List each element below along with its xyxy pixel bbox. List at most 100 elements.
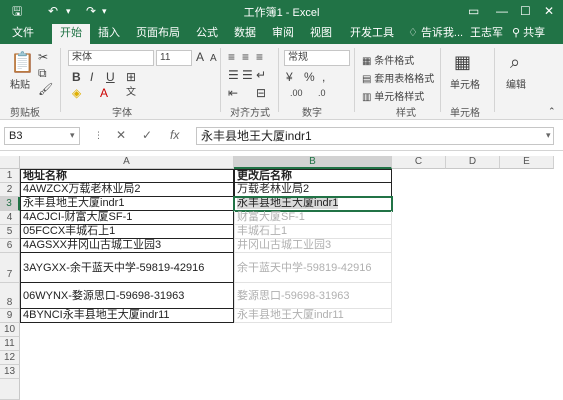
flash-fill-preview-b6[interactable]: 井冈山古城工业园3 — [234, 239, 392, 253]
tell-me-box[interactable]: ♢ 告诉我... — [408, 26, 463, 40]
shrink-font-icon[interactable]: A — [210, 52, 217, 66]
user-name[interactable]: 王志军 — [470, 26, 503, 40]
borders-icon[interactable]: ⊞ — [126, 70, 136, 84]
tab-view[interactable]: 视图 — [310, 26, 332, 40]
cell-a4[interactable]: 4ACJCI-财富大厦SF-1 — [20, 211, 234, 225]
align-bottom-icon[interactable]: ≡ — [256, 50, 263, 64]
copy-icon[interactable]: ⧉ — [38, 66, 47, 80]
tab-home[interactable]: 开始 — [52, 24, 90, 44]
flash-fill-preview-b5[interactable]: 丰城石上1 — [234, 225, 392, 239]
paste-label[interactable]: 粘贴 — [10, 76, 30, 91]
cell-a2[interactable]: 4AWZCX万载老林业局2 — [20, 183, 234, 197]
tab-file[interactable]: 文件 — [12, 26, 34, 40]
select-all-corner[interactable] — [0, 156, 20, 169]
cell-a6[interactable]: 4AGSXX井冈山古城工业园3 — [20, 239, 234, 253]
percent-icon[interactable]: % — [304, 70, 315, 84]
tab-insert[interactable]: 插入 — [98, 26, 120, 40]
cell-a7[interactable]: 3AYGXX-余干蓝天中学-59819-42916 — [20, 253, 234, 283]
currency-icon[interactable]: ¥ — [286, 70, 293, 84]
row-header-1[interactable]: 1 — [0, 169, 20, 183]
cell-a9[interactable]: 4BYNCI永丰县地王大厦indr11 — [20, 309, 234, 323]
flash-fill-preview-b9[interactable]: 永丰县地王大厦indr11 — [234, 309, 392, 323]
enter-icon[interactable]: ✓ — [142, 128, 152, 142]
phonetic-icon[interactable]: 文 — [126, 86, 136, 100]
row-header-12[interactable]: 12 — [0, 351, 20, 365]
row-header-11[interactable]: 11 — [0, 337, 20, 351]
row-header-5[interactable]: 5 — [0, 225, 20, 239]
column-header-a[interactable]: A — [20, 156, 234, 169]
cell-a1[interactable]: 地址名称 — [20, 169, 234, 183]
cells-icon[interactable]: ▦ — [454, 52, 471, 72]
cut-icon[interactable]: ✂ — [38, 50, 48, 64]
column-header-e[interactable]: E — [500, 156, 554, 169]
paste-icon[interactable]: 📋 — [10, 52, 35, 74]
row-header-10[interactable]: 10 — [0, 323, 20, 337]
cell-b3[interactable]: 永丰县地王大厦indr1 — [233, 196, 393, 212]
row-header-14[interactable] — [0, 379, 20, 400]
row-header-4[interactable]: 4 — [0, 211, 20, 225]
row-header-6[interactable]: 6 — [0, 239, 20, 253]
font-size-select[interactable]: 11 — [156, 50, 192, 66]
font-name-select[interactable]: 宋体 — [68, 50, 154, 66]
row-header-8[interactable]: 8 — [0, 283, 20, 309]
group-cells-label: 单元格 — [450, 108, 480, 119]
conditional-format-button[interactable]: ▦ 条件格式 — [362, 52, 414, 67]
cell-b2[interactable]: 万载老林业局2 — [234, 183, 392, 197]
ribbon-display-icon[interactable]: ▭ — [468, 3, 479, 19]
tab-page-layout[interactable]: 页面布局 — [136, 26, 180, 40]
column-header-c[interactable]: C — [392, 156, 446, 169]
expand-formula-icon[interactable]: ▾ — [546, 128, 551, 142]
name-box-dropdown-icon[interactable]: ▾ — [70, 128, 75, 142]
close-icon[interactable]: ✕ — [544, 3, 554, 19]
tab-formulas[interactable]: 公式 — [196, 26, 218, 40]
italic-icon[interactable]: I — [90, 70, 93, 84]
row-header-7[interactable]: 7 — [0, 253, 20, 283]
decrease-decimal-icon[interactable]: .0 — [318, 86, 326, 100]
cells-button-label[interactable]: 单元格 — [450, 76, 480, 91]
row-header-2[interactable]: 2 — [0, 183, 20, 197]
tab-data[interactable]: 数据 — [234, 26, 256, 40]
fill-color-icon[interactable]: ◈ — [72, 86, 81, 100]
merge-center-icon[interactable]: ⊟ — [256, 86, 266, 100]
wrap-text-icon[interactable]: ↵ — [256, 68, 266, 82]
align-middle-icon[interactable]: ≡ — [242, 50, 249, 64]
tab-review[interactable]: 审阅 — [272, 26, 294, 40]
cell-a3[interactable]: 永丰县地王大厦indr1 — [20, 197, 234, 211]
column-header-d[interactable]: D — [446, 156, 500, 169]
editing-button-label[interactable]: 编辑 — [506, 76, 526, 91]
formula-input[interactable]: 永丰县地王大厦indr1 — [196, 127, 554, 145]
align-left-icon[interactable]: ☰ — [228, 68, 239, 82]
flash-fill-preview-b4[interactable]: 财富大厦SF-1 — [234, 211, 392, 225]
row-header-13[interactable]: 13 — [0, 365, 20, 379]
row-header-9[interactable]: 9 — [0, 309, 20, 323]
cell-a8[interactable]: 06WYNX-婺源思口-59698-31963 — [20, 283, 234, 309]
insert-function-icon[interactable]: fx — [170, 128, 179, 142]
cell-b1[interactable]: 更改后名称 — [234, 169, 392, 183]
grow-font-icon[interactable]: A — [196, 50, 204, 64]
font-color-icon[interactable]: A — [100, 86, 108, 100]
minimize-icon[interactable]: — — [496, 3, 508, 19]
tab-developer[interactable]: 开发工具 — [350, 26, 394, 40]
indent-icon[interactable]: ⇤ — [228, 86, 238, 100]
bold-icon[interactable]: B — [72, 70, 81, 84]
underline-icon[interactable]: U — [106, 70, 115, 84]
row-header-3[interactable]: 3 — [0, 197, 20, 211]
number-format-select[interactable]: 常规 — [284, 50, 350, 66]
cell-style-button[interactable]: ▥ 单元格样式 — [362, 88, 424, 103]
increase-decimal-icon[interactable]: .00 — [290, 86, 303, 100]
align-center-icon[interactable]: ☰ — [242, 68, 253, 82]
collapse-ribbon-icon[interactable]: ⌃ — [548, 104, 556, 118]
flash-fill-preview-b7[interactable]: 余干蓝天中学-59819-42916 — [234, 253, 392, 283]
table-format-button[interactable]: ▤ 套用表格格式 — [362, 70, 434, 85]
align-top-icon[interactable]: ≡ — [228, 50, 235, 64]
search-icon[interactable]: ⌕ — [510, 52, 520, 72]
cancel-icon[interactable]: ✕ — [116, 128, 126, 142]
format-painter-icon[interactable]: 🖌 — [38, 82, 53, 96]
column-header-b[interactable]: B — [234, 156, 392, 169]
share-button[interactable]: ⚲ 共享 — [512, 26, 545, 40]
maximize-icon[interactable]: ☐ — [520, 3, 531, 19]
comma-icon[interactable]: , — [322, 70, 325, 84]
cell-a5[interactable]: 05FCCX丰城石上1 — [20, 225, 234, 239]
name-box[interactable]: B3 — [4, 127, 80, 145]
flash-fill-preview-b8[interactable]: 婺源思口-59698-31963 — [234, 283, 392, 309]
